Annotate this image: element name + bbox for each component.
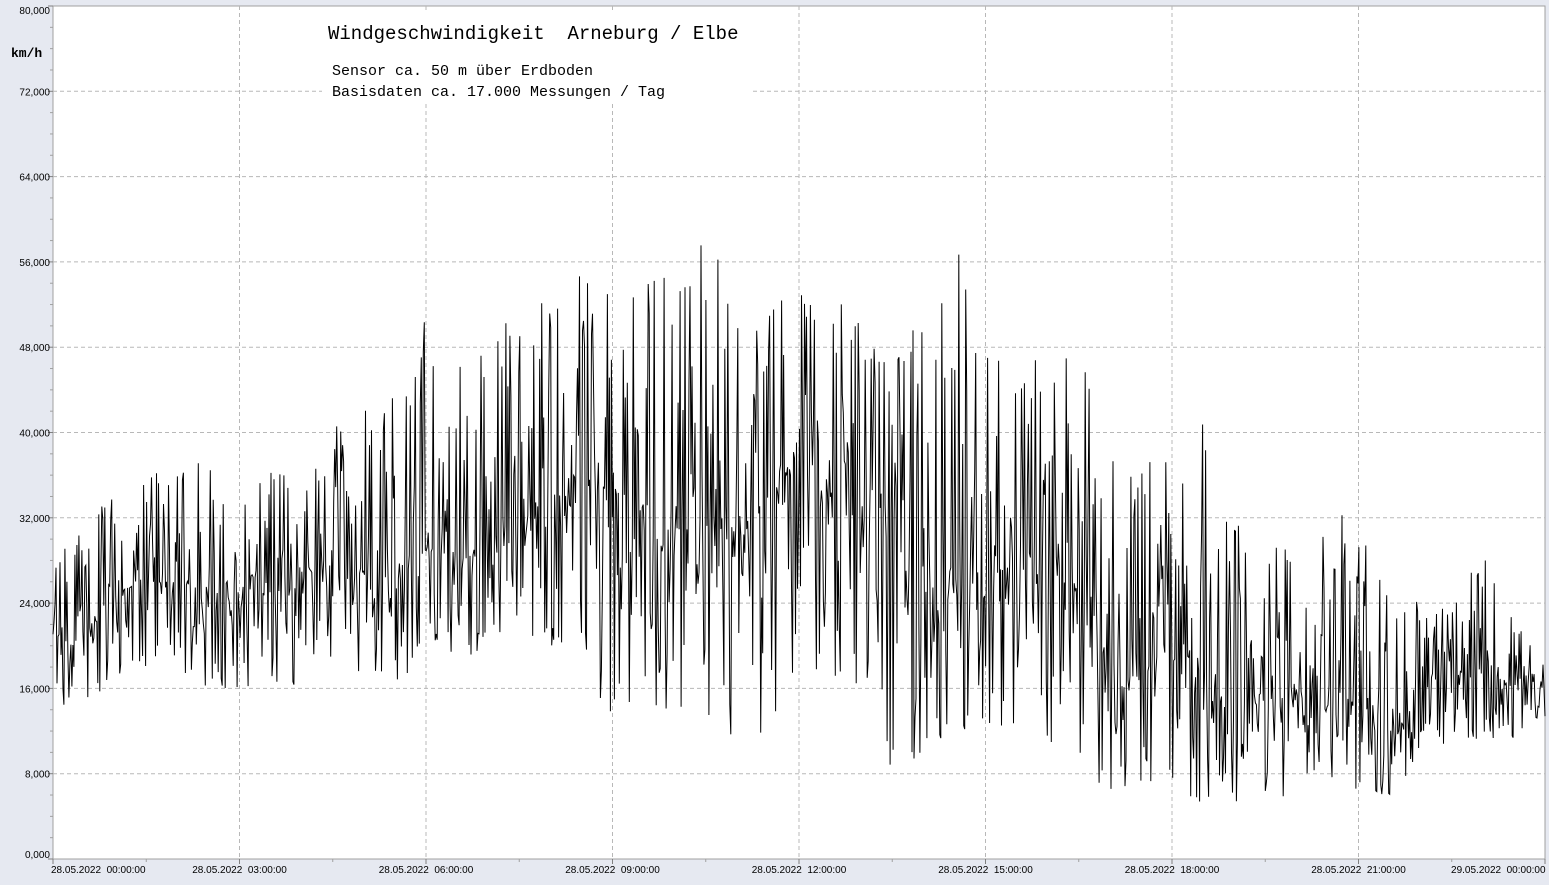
chart-subtitle-2: Basisdaten ca. 17.000 Messungen / Tag (332, 84, 665, 101)
y-tick-label: 56,000 (19, 258, 50, 269)
y-tick-label: 32,000 (19, 514, 50, 525)
y-tick-label: 40,000 (19, 429, 50, 440)
x-tick-label: 28.05.2022 03:00:00 (192, 865, 287, 876)
y-axis-ticks: 0,000 8,000 16,000 24,000 32,000 40,000 48,000… (19, 5, 53, 861)
y-tick-label: 80,000 (19, 6, 50, 17)
chart-title: Windgeschwindigkeit Arneburg / Elbe (328, 23, 738, 45)
y-tick-label: 72,000 (19, 87, 50, 98)
x-tick-label: 28.05.2022 12:00:00 (752, 865, 847, 876)
x-tick-label: 28.05.2022 18:00:00 (1125, 865, 1220, 876)
x-tick-label: 28.05.2022 15:00:00 (938, 865, 1033, 876)
x-tick-label: 29.05.2022 00:00:00 (1451, 865, 1546, 876)
y-tick-label: 16,000 (19, 684, 50, 695)
x-axis-ticks: 28.05.2022 00:00:00 28.05.2022 03:00:00 28… (51, 859, 1546, 876)
x-tick-label: 28.05.2022 06:00:00 (379, 865, 474, 876)
y-tick-label: 24,000 (19, 599, 50, 610)
x-tick-label: 28.05.2022 21:00:00 (1311, 865, 1406, 876)
x-tick-label: 28.05.2022 00:00:00 (51, 865, 146, 876)
wind-speed-chart: 0,000 8,000 16,000 24,000 32,000 40,000 48,000… (11, 5, 1546, 876)
x-tick-label: 28.05.2022 09:00:00 (565, 865, 660, 876)
y-tick-label: 0,000 (25, 850, 50, 861)
chart-subtitle-1: Sensor ca. 50 m über Erdboden (332, 63, 593, 80)
y-tick-label: 48,000 (19, 343, 50, 354)
y-tick-label: 64,000 (19, 173, 50, 184)
y-tick-label: 8,000 (25, 770, 50, 781)
chart-window: 0,000 8,000 16,000 24,000 32,000 40,000 48,000… (0, 0, 1549, 880)
y-axis-label: km/h (11, 46, 42, 61)
